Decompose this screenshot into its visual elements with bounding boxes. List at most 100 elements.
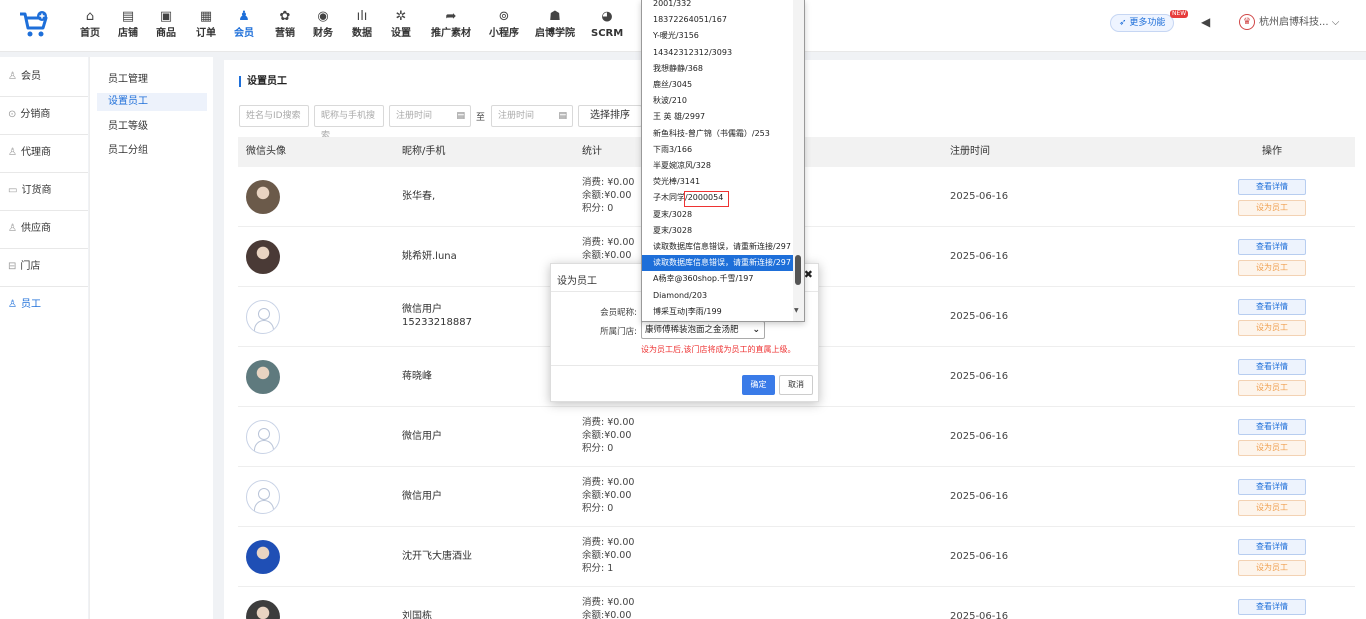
sidebar2-item-0[interactable]: 员工管理 [97, 71, 207, 89]
cart-logo-icon[interactable] [18, 10, 50, 40]
avatar [246, 540, 280, 574]
stat-consume: 消费: ¥0.00 [582, 597, 635, 608]
stat-consume: 消费: ¥0.00 [582, 537, 635, 548]
confirm-button[interactable]: 确定 [742, 375, 775, 395]
stat-points: 积分: 0 [582, 443, 614, 454]
nav-item-scrm[interactable]: ◕ SCRM [591, 6, 623, 50]
cancel-button[interactable]: 取消 [779, 375, 813, 395]
nav-item-share[interactable]: ➦ 推广素材 [429, 6, 473, 50]
nav-item-home[interactable]: ⌂ 首页 [78, 6, 102, 50]
nav-item-marketing[interactable]: ✿ 营销 [271, 6, 299, 50]
stats-cell: 消费: ¥0.00 余额:¥0.00 积分: 0 [582, 416, 634, 455]
sidebar1-item-distributor[interactable]: ⊙ 分销商 [0, 105, 88, 125]
announcement-speaker-icon[interactable]: ◀︎ [1201, 15, 1210, 29]
nav-item-label: 启博学院 [535, 28, 575, 39]
set-staff-button[interactable]: 设为员工 [1238, 560, 1306, 576]
dropdown-option[interactable]: A杨幸@360shop.千雪/197 [642, 271, 795, 287]
stat-balance: 余额:¥0.00 [582, 610, 632, 619]
company-name: 杭州启博科技... [1259, 17, 1329, 28]
sidebar2-item-1[interactable]: 设置员工 [97, 93, 207, 111]
nav-item-order[interactable]: ▦ 订单 [193, 6, 219, 50]
view-details-button[interactable]: 查看详情 [1238, 539, 1306, 555]
sort-select[interactable]: 选择排序 [578, 105, 642, 127]
stat-consume: 消费: ¥0.00 [582, 477, 635, 488]
nav-item-label: 店铺 [118, 28, 138, 39]
company-switcher[interactable]: ♛ 杭州启博科技... ⌵ [1239, 12, 1339, 34]
dropdown-option[interactable]: 读取数据库信息错误，请重新连接/297 [642, 255, 795, 272]
sidebar1-item-staff[interactable]: ♙ 员工 [0, 295, 88, 315]
store-select[interactable]: 康师傅稀装泡面之金汤肥 ⌄ [641, 321, 765, 339]
dropdown-option[interactable]: 王 英 雄/2997 [642, 109, 795, 125]
stats-cell: 消费: ¥0.00 余额:¥0.00 积分: 0 [582, 476, 634, 515]
table-row: 沈开飞大唐酒业 消费: ¥0.00 余额:¥0.00 积分: 1 2025-06-16 查… [238, 527, 1355, 587]
dropdown-option[interactable]: 18372264051/167 [642, 12, 795, 28]
dropdown-option[interactable]: 新鱼科技-曾广锦（书儒霜）/253 [642, 126, 795, 142]
dropdown-option[interactable]: 夏末/3028 [642, 223, 795, 239]
view-details-button[interactable]: 查看详情 [1238, 239, 1306, 255]
nav-item-finance[interactable]: ◉ 财务 [310, 6, 336, 50]
set-staff-button[interactable]: 设为员工 [1238, 500, 1306, 516]
nav-item-goods[interactable]: ▣ 商品 [152, 6, 180, 50]
close-icon[interactable]: ✖ [804, 268, 813, 281]
finance-icon: ◉ [317, 9, 329, 24]
nav-item-label: 财务 [313, 28, 333, 39]
nick-phone-search-input[interactable]: 昵称与手机搜索 [314, 105, 384, 141]
nickname: 微信用户 [402, 431, 442, 442]
dropdown-option[interactable]: 秋波/210 [642, 93, 795, 109]
sidebar2-item-2[interactable]: 员工等级 [97, 118, 207, 136]
nav-item-data[interactable]: ılı 数据 [349, 6, 375, 50]
dropdown-option[interactable]: 鹿丝/3045 [642, 77, 795, 93]
name-id-search-input[interactable]: 姓名与ID搜索 [239, 105, 309, 127]
set-staff-button[interactable]: 设为员工 [1238, 260, 1306, 276]
nick-phone-cell: 刘国栋 [402, 610, 432, 619]
set-staff-button[interactable]: 设为员工 [1238, 380, 1306, 396]
dropdown-option[interactable]: 半夏婉凉风/328 [642, 158, 795, 174]
stat-balance: 余额:¥0.00 [582, 550, 632, 561]
sidebar1-item-member[interactable]: ♙ 会员 [0, 67, 88, 87]
more-features-button[interactable]: ➶ 更多功能 [1110, 14, 1175, 32]
sidebar1-item-store[interactable]: ⊟ 门店 [0, 257, 88, 277]
view-details-button[interactable]: 查看详情 [1238, 599, 1306, 615]
view-details-button[interactable]: 查看详情 [1238, 299, 1306, 315]
dropdown-option[interactable]: 下雨3/166 [642, 142, 795, 158]
primary-sidebar: ♙ 会员 ⊙ 分销商 ♙ 代理商 ▭ 订货商 ♙ 供应商 ⊟ 门店 ♙ 员工 [0, 57, 88, 619]
dropdown-option[interactable]: 夏末/3028 [642, 207, 795, 223]
dropdown-option[interactable]: 荧光棒/3141 [642, 174, 795, 190]
dropdown-scrollbar[interactable]: ▼ [793, 0, 804, 321]
sidebar1-item-agent[interactable]: ♙ 代理商 [0, 143, 88, 163]
sidebar1-divider [0, 172, 88, 173]
sidebar1-item-label: 供应商 [20, 223, 51, 234]
sidebar1-item-orderer[interactable]: ▭ 订货商 [0, 181, 88, 201]
view-details-button[interactable]: 查看详情 [1238, 479, 1306, 495]
col-avatar: 微信头像 [246, 146, 286, 157]
nav-item-label: 数据 [352, 28, 372, 39]
view-details-button[interactable]: 查看详情 [1238, 179, 1306, 195]
register-end-date-input[interactable]: 注册时间 ▤ [491, 105, 573, 127]
store-icon: ⊟ [8, 261, 17, 272]
dropdown-option[interactable]: 2001/332 [642, 0, 795, 12]
dropdown-option[interactable]: 我想静静/368 [642, 61, 795, 77]
dropdown-option[interactable]: 14342312312/3093 [642, 45, 795, 61]
scrollbar-thumb[interactable] [795, 255, 801, 285]
sidebar1-item-supplier[interactable]: ♙ 供应商 [0, 219, 88, 239]
sidebar2-item-3[interactable]: 员工分组 [97, 142, 207, 160]
table-row: 微信用户 消费: ¥0.00 余额:¥0.00 积分: 0 2025-06-16 查看详情… [238, 467, 1355, 527]
set-staff-button[interactable]: 设为员工 [1238, 440, 1306, 456]
dropdown-option[interactable]: Y-暖光/3156 [642, 28, 795, 44]
nav-item-settings[interactable]: ✲ 设置 [389, 6, 413, 50]
set-staff-button[interactable]: 设为员工 [1238, 320, 1306, 336]
view-details-button[interactable]: 查看详情 [1238, 359, 1306, 375]
dropdown-option[interactable]: Diamond/203 [642, 288, 795, 304]
set-staff-button[interactable]: 设为员工 [1238, 200, 1306, 216]
view-details-button[interactable]: 查看详情 [1238, 419, 1306, 435]
register-start-date-input[interactable]: 注册时间 ▤ [389, 105, 471, 127]
dropdown-option[interactable]: 博采互动|李雨/199 [642, 304, 795, 320]
nav-item-shop[interactable]: ▤ 店铺 [114, 6, 142, 50]
nav-item-academy[interactable]: ☗ 启博学院 [535, 6, 575, 50]
shop-icon: ▤ [121, 9, 135, 24]
scroll-down-arrow-icon[interactable]: ▼ [794, 307, 799, 314]
member-nick-label: 会员昵称: [600, 308, 637, 318]
nav-item-miniprogram[interactable]: ⊚ 小程序 [485, 6, 523, 50]
dropdown-option[interactable]: 读取数据库信息错误，请重新连接/297 [642, 239, 795, 255]
nav-item-members[interactable]: ♟ 会员 [233, 6, 255, 50]
